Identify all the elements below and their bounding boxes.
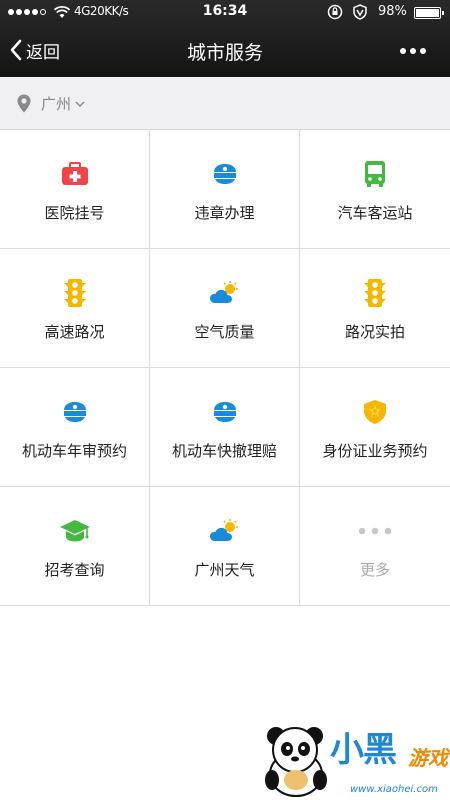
top-header: 4G20KK/s 16:34 98% 返回 城市服务 bbox=[0, 0, 450, 77]
service-label: 机动车年审预约 bbox=[21, 442, 127, 460]
graduation-cap-icon bbox=[59, 520, 90, 542]
dot-icon bbox=[410, 48, 416, 54]
page-title: 城市服务 bbox=[186, 42, 263, 64]
service-label: 高速路况 bbox=[44, 323, 105, 341]
service-quick-claims[interactable]: 机动车快撤理赔 bbox=[150, 368, 300, 487]
dot-icon bbox=[400, 48, 406, 54]
watermark-brand-sub: 游戏 bbox=[408, 746, 448, 770]
service-highway-conditions[interactable]: 高速路况 bbox=[0, 249, 150, 368]
service-exam-query[interactable]: 招考查询 bbox=[0, 487, 150, 606]
service-label: 违章办理 bbox=[194, 204, 255, 222]
more-dots-icon bbox=[358, 527, 392, 535]
police-cap-icon bbox=[63, 402, 86, 422]
battery-icon bbox=[414, 7, 444, 19]
weather-cloud-sun-icon bbox=[209, 519, 238, 541]
bus-icon bbox=[365, 161, 385, 187]
service-label: 医院挂号 bbox=[44, 204, 105, 222]
service-label: 汽车客运站 bbox=[337, 204, 413, 222]
chevron-left-icon bbox=[10, 39, 22, 61]
service-id-card[interactable]: 身份证业务预约 bbox=[300, 368, 450, 487]
back-label: 返回 bbox=[26, 42, 60, 63]
watermark-url: www.xiaohei.com bbox=[350, 784, 438, 795]
service-more[interactable]: 更多 bbox=[300, 487, 450, 606]
service-label: 路况实拍 bbox=[344, 323, 405, 341]
city-name: 广州 bbox=[41, 94, 72, 113]
first-aid-kit-icon bbox=[61, 162, 88, 185]
service-weather[interactable]: 广州天气 bbox=[150, 487, 300, 606]
chevron-down-icon bbox=[75, 101, 85, 107]
service-vehicle-inspection[interactable]: 机动车年审预约 bbox=[0, 368, 150, 487]
traffic-light-icon bbox=[63, 279, 86, 307]
service-hospital-registration[interactable]: 医院挂号 bbox=[0, 130, 150, 249]
police-cap-icon bbox=[213, 402, 236, 422]
service-road-photos[interactable]: 路况实拍 bbox=[300, 249, 450, 368]
service-label: 更多 bbox=[359, 561, 390, 579]
watermark-brand: 小黑 bbox=[330, 730, 397, 770]
watermark-logo: 小黑 游戏 www.xiaohei.com bbox=[258, 722, 448, 798]
back-button[interactable]: 返回 bbox=[10, 36, 60, 64]
service-traffic-violation[interactable]: 违章办理 bbox=[150, 130, 300, 249]
more-menu-button[interactable] bbox=[400, 46, 436, 56]
dot-icon bbox=[420, 48, 426, 54]
police-badge-icon bbox=[364, 400, 386, 424]
panda-mascot-icon bbox=[265, 727, 327, 797]
service-air-quality[interactable]: 空气质量 bbox=[150, 249, 300, 368]
location-pin-icon bbox=[17, 94, 31, 112]
traffic-light-icon bbox=[364, 279, 386, 307]
shield-icon bbox=[353, 4, 367, 20]
service-label: 身份证业务预约 bbox=[322, 442, 428, 460]
city-selector[interactable]: 广州 bbox=[0, 77, 450, 130]
service-label: 广州天气 bbox=[194, 561, 255, 579]
service-label: 机动车快撤理赔 bbox=[171, 442, 277, 460]
police-cap-icon bbox=[213, 164, 236, 184]
weather-cloud-sun-icon bbox=[209, 281, 238, 303]
rotation-lock-icon bbox=[327, 4, 343, 20]
service-bus-station[interactable]: 汽车客运站 bbox=[300, 130, 450, 249]
status-bar: 4G20KK/s 16:34 98% bbox=[0, 0, 450, 24]
battery-percent: 98% bbox=[378, 4, 407, 19]
service-grid: 医院挂号 违章办理 汽车客运站 高速路况 空气质量 路况实拍 机动车年审预约 机… bbox=[0, 130, 450, 606]
service-label: 空气质量 bbox=[194, 323, 255, 341]
service-label: 招考查询 bbox=[44, 561, 105, 579]
